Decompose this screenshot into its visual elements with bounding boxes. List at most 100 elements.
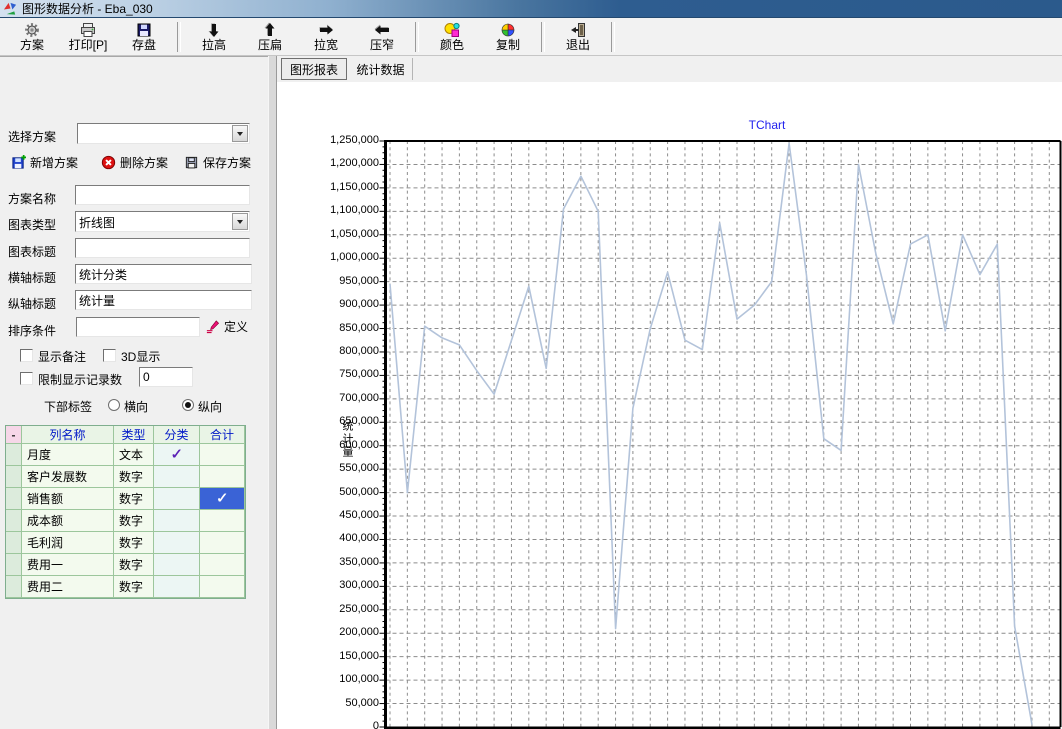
toolbar-button-palette[interactable]: 颜色 <box>424 19 480 55</box>
x-axis-title-label: 横轴标题 <box>8 269 56 286</box>
save-scheme-button[interactable]: 保存方案 <box>184 154 251 171</box>
orientation-horizontal-radio[interactable] <box>108 399 120 411</box>
select-scheme-combobox[interactable] <box>77 123 250 144</box>
row-selector-cell[interactable] <box>6 554 22 576</box>
y-axis-tick-label: 600,000 <box>291 438 379 452</box>
chart-type-value: 折线图 <box>79 214 230 231</box>
table-row[interactable]: 客户发展数数字 <box>6 466 245 488</box>
y-axis-tick-label: 750,000 <box>291 367 379 381</box>
column-type-cell[interactable]: 数字 <box>114 488 154 510</box>
table-row[interactable]: 月度文本✓ <box>6 444 245 466</box>
y-axis-tick-label: 1,150,000 <box>291 180 379 194</box>
chart-title-input[interactable] <box>75 238 250 258</box>
chart-plot <box>377 140 1062 729</box>
total-check-cell[interactable] <box>200 554 245 576</box>
category-check-cell[interactable] <box>154 510 200 532</box>
floppy-icon <box>136 22 152 38</box>
sort-condition-input[interactable] <box>76 317 200 337</box>
row-selector-cell[interactable] <box>6 466 22 488</box>
check-icon: ✓ <box>216 491 229 506</box>
scheme-name-input[interactable] <box>75 185 250 205</box>
category-check-cell[interactable] <box>154 466 200 488</box>
delete-scheme-button[interactable]: 删除方案 <box>101 154 168 171</box>
table-row[interactable]: 费用一数字 <box>6 554 245 576</box>
panel-splitter[interactable] <box>268 56 277 729</box>
toolbar-button-label: 颜色 <box>440 39 464 52</box>
arrow-down-icon <box>206 22 222 38</box>
category-check-cell[interactable] <box>154 532 200 554</box>
total-check-cell[interactable] <box>200 466 245 488</box>
table-row[interactable]: 成本额数字 <box>6 510 245 532</box>
column-type-cell[interactable]: 数字 <box>114 554 154 576</box>
y-axis-title-input[interactable] <box>75 290 252 310</box>
toolbar-button-label: 存盘 <box>132 39 156 52</box>
column-name-cell[interactable]: 成本额 <box>22 510 114 532</box>
x-axis-title-input[interactable] <box>75 264 252 284</box>
row-selector-cell[interactable] <box>6 444 22 466</box>
table-row[interactable]: 销售额数字 ✓ <box>6 488 245 510</box>
category-check-cell[interactable] <box>154 576 200 598</box>
total-check-cell[interactable] <box>200 444 245 466</box>
column-type-cell[interactable]: 数字 <box>114 466 154 488</box>
table-column-header[interactable]: 分类 <box>154 426 200 444</box>
column-name-cell[interactable]: 月度 <box>22 444 114 466</box>
toolbar-button-arrow-down[interactable]: 拉高 <box>186 19 242 55</box>
total-check-cell[interactable]: ✓ <box>200 488 245 510</box>
chart-type-combobox[interactable]: 折线图 <box>75 211 250 232</box>
toolbar-button-arrow-up[interactable]: 压扁 <box>242 19 298 55</box>
define-label: 定义 <box>224 318 248 335</box>
limit-records-checkbox[interactable] <box>20 372 33 385</box>
toolbar-button-color-wheel[interactable]: 复制 <box>480 19 536 55</box>
column-type-cell[interactable]: 文本 <box>114 444 154 466</box>
settings-panel: 选择方案 新增方案 删除方案 保存方案 方案名称 图表类型 折线图 图表标题 横… <box>0 56 268 729</box>
table-column-header[interactable]: 合计 <box>200 426 245 444</box>
toolbar-button-printer[interactable]: 打印[P] <box>60 19 116 55</box>
define-sort-button[interactable]: 定义 <box>205 318 248 335</box>
row-selector-cell[interactable] <box>6 576 22 598</box>
table-corner-header[interactable]: - <box>6 426 22 444</box>
column-name-cell[interactable]: 费用二 <box>22 576 114 598</box>
table-column-header[interactable]: 列名称 <box>22 426 114 444</box>
toolbar-button-gear[interactable]: 方案 <box>4 19 60 55</box>
y-axis-tick-label: 150,000 <box>291 649 379 663</box>
row-selector-cell[interactable] <box>6 488 22 510</box>
orientation-vertical-radio[interactable] <box>182 399 194 411</box>
display-3d-checkbox[interactable] <box>103 349 116 362</box>
table-row[interactable]: 费用二数字 <box>6 576 245 598</box>
column-name-cell[interactable]: 费用一 <box>22 554 114 576</box>
total-check-cell[interactable] <box>200 576 245 598</box>
limit-records-input[interactable] <box>139 367 193 387</box>
app-icon <box>3 1 18 16</box>
table-row[interactable]: 毛利润数字 <box>6 532 245 554</box>
column-name-cell[interactable]: 客户发展数 <box>22 466 114 488</box>
toolbar-button-floppy[interactable]: 存盘 <box>116 19 172 55</box>
column-type-cell[interactable]: 数字 <box>114 510 154 532</box>
category-check-cell[interactable] <box>154 554 200 576</box>
show-notes-checkbox[interactable] <box>20 349 33 362</box>
table-column-header[interactable]: 类型 <box>114 426 154 444</box>
total-check-cell[interactable] <box>200 532 245 554</box>
category-check-cell[interactable]: ✓ <box>154 444 200 466</box>
toolbar-button-exit-door[interactable]: 退出 <box>550 19 606 55</box>
tab-graph-report[interactable]: 图形报表 <box>281 58 347 80</box>
y-axis-tick-label: 850,000 <box>291 321 379 335</box>
toolbar-button-arrow-right[interactable]: 拉宽 <box>298 19 354 55</box>
show-notes-label: 显示备注 <box>38 348 86 365</box>
row-selector-cell[interactable] <box>6 510 22 532</box>
chart-type-dropdown-button[interactable] <box>232 213 248 230</box>
toolbar-button-label: 复制 <box>496 39 520 52</box>
color-wheel-icon <box>500 22 516 38</box>
row-selector-cell[interactable] <box>6 532 22 554</box>
table-header-row: -列名称类型分类合计 <box>6 426 245 444</box>
delete-scheme-label: 删除方案 <box>120 154 168 171</box>
column-name-cell[interactable]: 销售额 <box>22 488 114 510</box>
column-type-cell[interactable]: 数字 <box>114 576 154 598</box>
column-name-cell[interactable]: 毛利润 <box>22 532 114 554</box>
total-check-cell[interactable] <box>200 510 245 532</box>
select-scheme-dropdown-button[interactable] <box>232 125 248 142</box>
add-scheme-button[interactable]: 新增方案 <box>11 154 78 171</box>
column-type-cell[interactable]: 数字 <box>114 532 154 554</box>
toolbar-button-arrow-left[interactable]: 压窄 <box>354 19 410 55</box>
category-check-cell[interactable] <box>154 488 200 510</box>
tab-statistics-data[interactable]: 统计数据 <box>349 58 413 80</box>
